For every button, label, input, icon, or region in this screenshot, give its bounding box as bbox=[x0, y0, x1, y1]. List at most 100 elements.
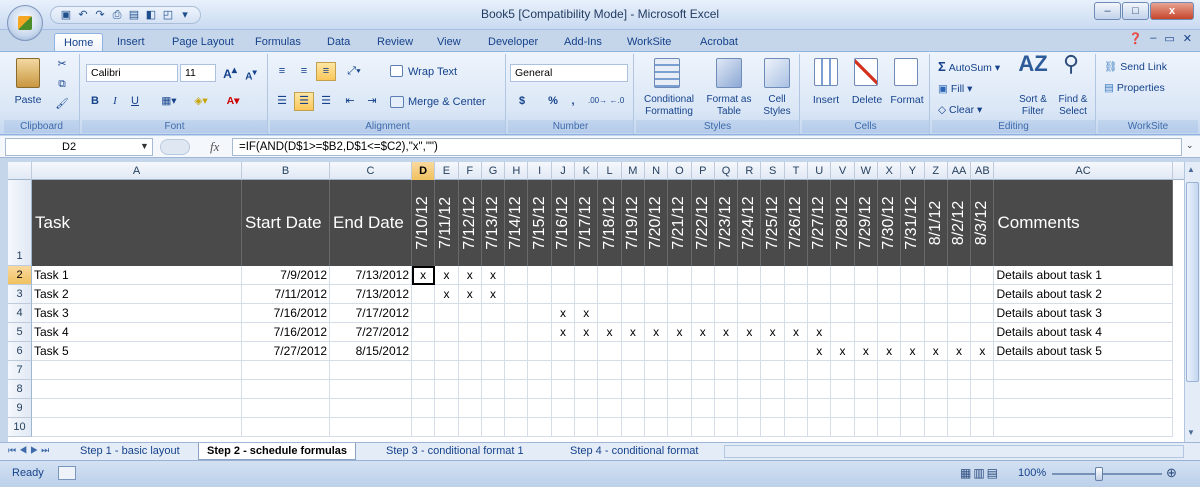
cell-i2[interactable] bbox=[529, 266, 552, 285]
cell-y4[interactable] bbox=[901, 304, 925, 323]
column-header-q[interactable]: Q bbox=[715, 162, 739, 180]
cell-q10[interactable] bbox=[715, 418, 739, 437]
sheet-tab-step3[interactable]: Step 3 - conditional format 1 bbox=[378, 443, 532, 460]
cell-j8[interactable] bbox=[552, 380, 576, 399]
underline-button[interactable]: U bbox=[126, 92, 144, 111]
cell-r6[interactable] bbox=[738, 342, 762, 361]
cell-ab9[interactable] bbox=[971, 399, 995, 418]
cell-z2[interactable] bbox=[925, 266, 948, 285]
column-header-s[interactable]: S bbox=[762, 162, 785, 180]
cell-a10[interactable] bbox=[32, 418, 242, 437]
grow-font-icon[interactable]: A▴ bbox=[220, 65, 240, 80]
cell-e2[interactable]: x bbox=[435, 266, 459, 285]
cell-aa9[interactable] bbox=[948, 399, 972, 418]
header-cell-c[interactable]: End Date bbox=[330, 180, 412, 266]
find-select-button[interactable]: Find & Select bbox=[1052, 94, 1094, 118]
column-header-ac[interactable]: AC bbox=[995, 162, 1173, 180]
cell-d3[interactable] bbox=[412, 285, 436, 304]
column-header-h[interactable]: H bbox=[505, 162, 529, 180]
align-bottom-icon[interactable]: ≡ bbox=[316, 62, 336, 81]
header-cell-j[interactable]: 7/16/12 bbox=[552, 180, 576, 266]
cell-w7[interactable] bbox=[855, 361, 878, 380]
cell-o9[interactable] bbox=[668, 399, 692, 418]
cell-m10[interactable] bbox=[622, 418, 645, 437]
cell-y5[interactable] bbox=[901, 323, 925, 342]
header-cell-k[interactable]: 7/17/12 bbox=[575, 180, 599, 266]
cell-a9[interactable] bbox=[32, 399, 242, 418]
comma-button[interactable]: , bbox=[566, 92, 580, 111]
vertical-scrollbar[interactable]: ▲ ▼ bbox=[1184, 162, 1200, 442]
cell-d7[interactable] bbox=[412, 361, 436, 380]
cell-k10[interactable] bbox=[575, 418, 599, 437]
insert-button[interactable]: Insert bbox=[804, 94, 848, 106]
tab-home[interactable]: Home bbox=[54, 33, 104, 52]
cell-r9[interactable] bbox=[738, 399, 762, 418]
orientation-icon[interactable]: ⤢▾ bbox=[340, 62, 368, 81]
cell-l8[interactable] bbox=[598, 380, 622, 399]
vertical-scroll-thumb[interactable] bbox=[1186, 182, 1199, 382]
cell-b4[interactable]: 7/16/2012 bbox=[242, 304, 330, 323]
tab-add-ins[interactable]: Add-Ins bbox=[555, 33, 611, 52]
align-middle-icon[interactable]: ≡ bbox=[294, 62, 314, 81]
cell-l9[interactable] bbox=[598, 399, 622, 418]
insert-function-icon[interactable]: fx bbox=[210, 139, 219, 155]
cell-v9[interactable] bbox=[831, 399, 855, 418]
column-header-l[interactable]: L bbox=[598, 162, 622, 180]
cell-s2[interactable] bbox=[762, 266, 785, 285]
restore-icon[interactable]: ▭ bbox=[1164, 32, 1174, 45]
cell-j10[interactable] bbox=[552, 418, 576, 437]
cell-w5[interactable] bbox=[855, 323, 878, 342]
cell-b9[interactable] bbox=[242, 399, 330, 418]
row-header-9[interactable]: 9 bbox=[8, 399, 32, 418]
row-header-7[interactable]: 7 bbox=[8, 361, 32, 380]
cell-v4[interactable] bbox=[831, 304, 855, 323]
ribbon-minimize-icon[interactable]: – bbox=[1150, 32, 1156, 45]
cell-o3[interactable] bbox=[668, 285, 692, 304]
italic-button[interactable]: I bbox=[106, 92, 124, 111]
cell-n10[interactable] bbox=[645, 418, 669, 437]
sheet-tab-step1[interactable]: Step 1 - basic layout bbox=[72, 443, 188, 460]
cell-m5[interactable]: x bbox=[622, 323, 645, 342]
fill-button[interactable]: ▣ Fill ▾ bbox=[938, 83, 972, 95]
header-cell-s[interactable]: 7/25/12 bbox=[762, 180, 785, 266]
column-header-x[interactable]: X bbox=[878, 162, 902, 180]
cell-z10[interactable] bbox=[925, 418, 948, 437]
cell-b3[interactable]: 7/11/2012 bbox=[242, 285, 330, 304]
header-cell-z[interactable]: 8/1/12 bbox=[925, 180, 948, 266]
cell-t7[interactable] bbox=[785, 361, 809, 380]
column-header-n[interactable]: N bbox=[645, 162, 669, 180]
cell-y9[interactable] bbox=[901, 399, 925, 418]
cell-b10[interactable] bbox=[242, 418, 330, 437]
cell-m8[interactable] bbox=[622, 380, 645, 399]
align-left-icon[interactable]: ☰ bbox=[272, 92, 292, 111]
cell-l3[interactable] bbox=[598, 285, 622, 304]
cell-b7[interactable] bbox=[242, 361, 330, 380]
name-box-dropdown-icon[interactable]: ▼ bbox=[140, 141, 149, 151]
copy-icon[interactable]: ⧉ bbox=[52, 78, 72, 90]
cell-ac10[interactable] bbox=[995, 418, 1173, 437]
cell-k8[interactable] bbox=[575, 380, 599, 399]
cell-c9[interactable] bbox=[330, 399, 412, 418]
increase-decimal-icon[interactable]: .00→ bbox=[588, 95, 607, 107]
cell-e5[interactable] bbox=[435, 323, 459, 342]
tab-acrobat[interactable]: Acrobat bbox=[691, 33, 747, 52]
column-header-o[interactable]: O bbox=[668, 162, 692, 180]
column-header-g[interactable]: G bbox=[482, 162, 506, 180]
cell-ab8[interactable] bbox=[971, 380, 995, 399]
header-cell-n[interactable]: 7/20/12 bbox=[645, 180, 669, 266]
cell-ab6[interactable]: x bbox=[971, 342, 995, 361]
cell-u8[interactable] bbox=[808, 380, 832, 399]
column-header-aa[interactable]: AA bbox=[948, 162, 972, 180]
row-header-10[interactable]: 10 bbox=[8, 418, 32, 437]
maximize-button[interactable]: □ bbox=[1122, 2, 1149, 20]
cell-j6[interactable] bbox=[552, 342, 576, 361]
cell-y3[interactable] bbox=[901, 285, 925, 304]
header-cell-m[interactable]: 7/19/12 bbox=[622, 180, 645, 266]
macro-record-icon[interactable] bbox=[58, 466, 76, 480]
cell-g6[interactable] bbox=[482, 342, 506, 361]
cell-aa6[interactable]: x bbox=[948, 342, 972, 361]
cell-f5[interactable] bbox=[459, 323, 482, 342]
tab-review[interactable]: Review bbox=[368, 33, 422, 52]
header-cell-a[interactable]: Task bbox=[32, 180, 242, 266]
cell-ac4[interactable]: Details about task 3 bbox=[995, 304, 1173, 323]
